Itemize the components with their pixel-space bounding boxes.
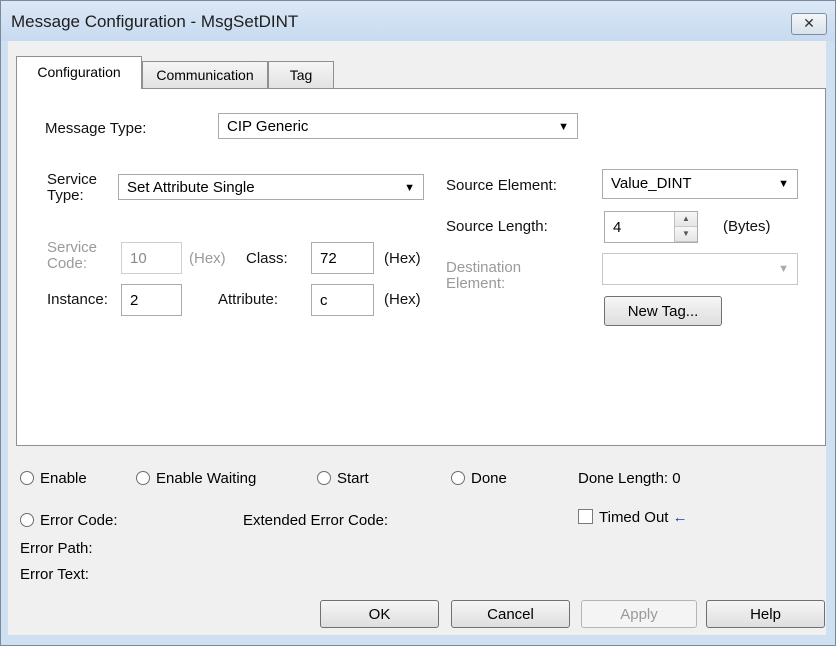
source-length-label: Source Length: (446, 218, 548, 235)
message-type-value: CIP Generic (227, 118, 309, 135)
attribute-unit: (Hex) (384, 291, 421, 308)
radio-icon (136, 471, 150, 485)
class-unit: (Hex) (384, 250, 421, 267)
instance-label: Instance: (47, 291, 108, 308)
radio-icon (20, 471, 34, 485)
message-type-label: Message Type: (45, 120, 147, 137)
instance-field[interactable]: 2 (121, 284, 182, 316)
enable-indicator: Enable (20, 470, 87, 487)
chevron-down-icon: ▼ (558, 121, 569, 133)
help-button[interactable]: Help (706, 600, 825, 628)
close-icon[interactable]: ✕ (791, 13, 827, 35)
tab-tag[interactable]: Tag (268, 61, 334, 88)
checkbox-icon (578, 509, 593, 524)
destination-element-select: ▼ (602, 253, 798, 285)
arrow-left-icon: ← (672, 509, 688, 526)
source-element-select[interactable]: Value_DINT ▼ (602, 169, 798, 199)
service-code-field: 10 (121, 242, 182, 274)
new-tag-button[interactable]: New Tag... (604, 296, 722, 326)
radio-icon (317, 471, 331, 485)
radio-icon (451, 471, 465, 485)
source-length-stepper[interactable]: 4 ▲ ▼ (604, 211, 698, 243)
error-text-label: Error Text: (20, 566, 89, 583)
title-bar: Message Configuration - MsgSetDINT ✕ (1, 1, 835, 41)
enable-waiting-indicator: Enable Waiting (136, 470, 256, 487)
source-element-label: Source Element: (446, 177, 557, 194)
destination-element-label: Destination Element: (446, 259, 522, 292)
source-element-value: Value_DINT (611, 175, 692, 192)
source-length-unit: (Bytes) (723, 218, 771, 235)
ok-button[interactable]: OK (320, 600, 439, 628)
done-indicator: Done (451, 470, 507, 487)
service-code-unit: (Hex) (189, 250, 226, 267)
message-type-select[interactable]: CIP Generic ▼ (218, 113, 578, 139)
attribute-field[interactable]: c (311, 284, 374, 316)
chevron-down-icon: ▼ (404, 182, 415, 194)
error-path-label: Error Path: (20, 540, 93, 557)
service-type-label: Service Type: (47, 171, 98, 204)
class-field[interactable]: 72 (311, 242, 374, 274)
start-indicator: Start (317, 470, 369, 487)
chevron-down-icon: ▼ (778, 263, 789, 275)
error-code-indicator: Error Code: (20, 512, 118, 529)
cancel-button[interactable]: Cancel (451, 600, 570, 628)
timed-out-checkbox: Timed Out ← (578, 509, 688, 526)
service-type-select[interactable]: Set Attribute Single ▼ (118, 174, 424, 200)
done-length: Done Length: 0 (578, 470, 681, 487)
extended-error-code-label: Extended Error Code: (243, 512, 389, 529)
spinner-icon[interactable]: ▲ ▼ (674, 212, 697, 242)
window-title: Message Configuration - MsgSetDINT (11, 12, 299, 31)
source-length-value: 4 (613, 219, 622, 236)
class-label: Class: (246, 250, 288, 267)
tab-communication[interactable]: Communication (142, 61, 268, 88)
attribute-label: Attribute: (218, 291, 279, 308)
radio-icon (20, 513, 34, 527)
chevron-down-icon: ▼ (778, 178, 789, 190)
tab-configuration[interactable]: Configuration (16, 56, 142, 89)
service-code-label: Service Code: (47, 239, 98, 272)
service-type-value: Set Attribute Single (127, 179, 255, 196)
apply-button: Apply (581, 600, 697, 628)
